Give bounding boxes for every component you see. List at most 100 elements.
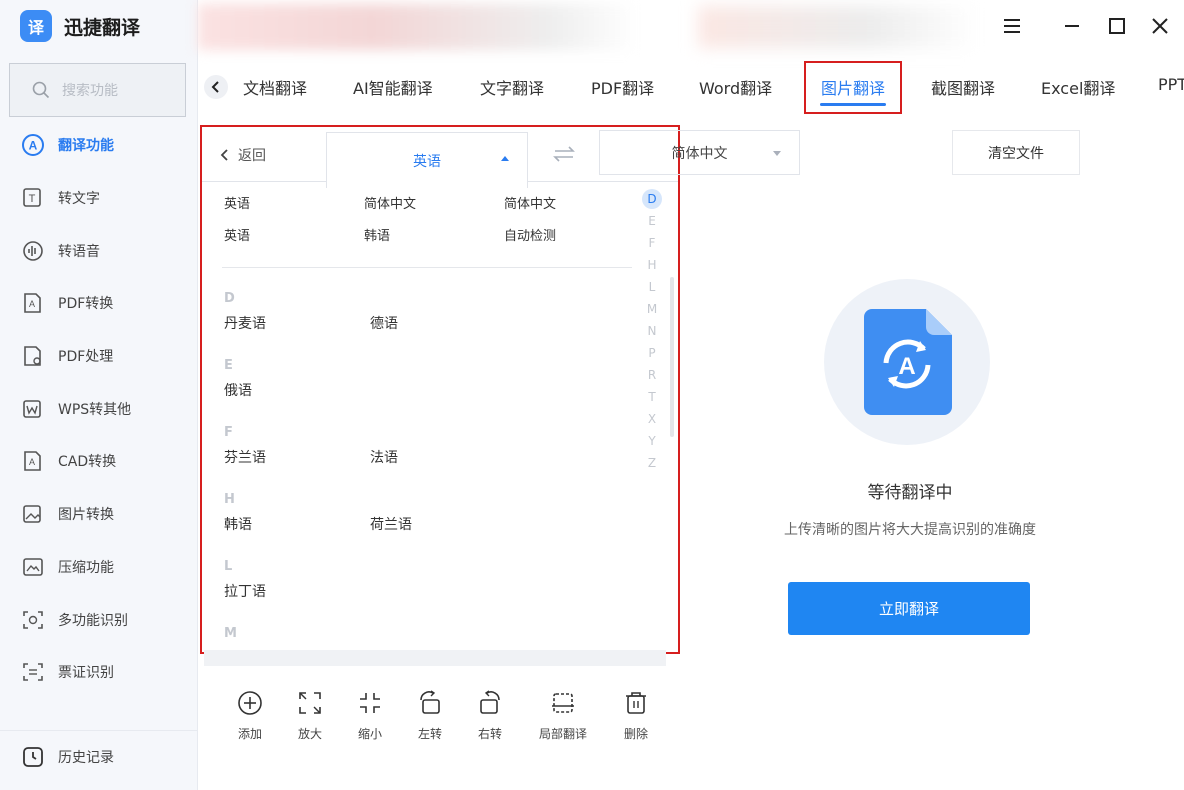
- sidebar-item-label: 压缩功能: [58, 559, 114, 576]
- blurred-banner: [198, 4, 638, 50]
- language-group: D 丹麦语 德语: [224, 291, 644, 346]
- image-convert-icon: [20, 501, 46, 527]
- sidebar-item-cad[interactable]: A CAD转换: [0, 435, 198, 488]
- rotate-left-icon: [415, 688, 445, 718]
- empty-state-subtitle: 上传清晰的图片将大大提高识别的准确度: [784, 522, 1036, 538]
- svg-text:A: A: [898, 353, 915, 380]
- sidebar-item-wps[interactable]: WPS转其他: [0, 382, 198, 435]
- sidebar-item-history[interactable]: 历史记录: [0, 730, 198, 782]
- source-language-select[interactable]: 英语: [326, 132, 528, 188]
- language-option[interactable]: 芬兰语: [224, 447, 370, 480]
- divider: [222, 267, 632, 268]
- tab-screenshot[interactable]: 截图翻译: [931, 75, 995, 99]
- compress-icon: [20, 554, 46, 580]
- tab-excel[interactable]: Excel翻译: [1041, 75, 1115, 99]
- tab-text[interactable]: 文字翻译: [480, 75, 544, 99]
- language-option[interactable]: 俄语: [224, 380, 370, 413]
- svg-text:A: A: [29, 299, 35, 309]
- language-option[interactable]: 韩语: [364, 225, 504, 257]
- tool-label: 左转: [417, 727, 442, 741]
- tab-ppt[interactable]: PPT: [1158, 75, 1184, 94]
- alphabet-letter[interactable]: F: [642, 233, 662, 255]
- sidebar-item-text[interactable]: T 转文字: [0, 172, 198, 225]
- sidebar-item-image-convert[interactable]: 图片转换: [0, 488, 198, 541]
- partial-translate-button[interactable]: 局部翻译: [533, 688, 593, 742]
- tool-label: 添加: [237, 727, 262, 741]
- language-option[interactable]: 简体中文: [364, 193, 504, 225]
- alphabet-letter[interactable]: H: [642, 255, 662, 277]
- language-option[interactable]: 拉丁语: [224, 581, 370, 614]
- chevron-left-icon: [211, 81, 219, 93]
- language-option[interactable]: 简体中文: [504, 193, 644, 225]
- divider: [202, 181, 326, 182]
- language-group: E 俄语: [224, 358, 644, 413]
- tab-pdf[interactable]: PDF翻译: [591, 75, 654, 99]
- alphabet-letter[interactable]: Z: [642, 453, 662, 475]
- group-letter: M: [224, 626, 237, 641]
- alphabet-letter[interactable]: P: [642, 343, 662, 365]
- back-button[interactable]: 返回: [220, 145, 266, 165]
- target-language-select[interactable]: 简体中文: [599, 130, 800, 175]
- add-button[interactable]: 添加: [220, 688, 280, 742]
- clear-files-button[interactable]: 清空文件: [952, 130, 1080, 175]
- ticket-icon: [20, 659, 46, 685]
- sidebar-item-ticket[interactable]: 票证识别: [0, 646, 198, 699]
- delete-button[interactable]: 删除: [606, 688, 666, 742]
- language-option[interactable]: 丹麦语: [224, 313, 370, 346]
- sidebar-item-translate[interactable]: A 翻译功能: [0, 119, 198, 172]
- tab-ai[interactable]: AI智能翻译: [353, 75, 433, 99]
- history-icon: [20, 744, 46, 770]
- rotate-right-button[interactable]: 右转: [460, 688, 520, 742]
- zoom-out-button[interactable]: 缩小: [340, 688, 400, 742]
- alphabet-letter[interactable]: N: [642, 321, 662, 343]
- alphabet-letter[interactable]: L: [642, 277, 662, 299]
- text-convert-icon: T: [20, 185, 46, 211]
- zoom-in-button[interactable]: 放大: [280, 688, 340, 742]
- sidebar-item-pdf-convert[interactable]: A PDF转换: [0, 277, 198, 330]
- alphabet-letter[interactable]: X: [642, 409, 662, 431]
- alphabet-letter[interactable]: R: [642, 365, 662, 387]
- alphabet-letter[interactable]: M: [642, 299, 662, 321]
- search-input[interactable]: 搜索功能: [9, 63, 186, 117]
- expand-icon: [295, 688, 325, 718]
- scrollbar[interactable]: [670, 277, 674, 437]
- swap-language-icon[interactable]: [552, 144, 576, 164]
- tool-label: 删除: [623, 727, 648, 741]
- alphabet-letter[interactable]: D: [642, 189, 662, 209]
- minimize-icon[interactable]: [1058, 12, 1086, 40]
- sidebar-item-compress[interactable]: 压缩功能: [0, 541, 198, 594]
- sidebar-item-voice[interactable]: 转语音: [0, 224, 198, 277]
- translate-now-button[interactable]: 立即翻译: [788, 582, 1030, 635]
- search-placeholder: 搜索功能: [62, 83, 118, 99]
- tabs-scroll-left-button[interactable]: [204, 75, 228, 99]
- tab-word[interactable]: Word翻译: [699, 75, 772, 99]
- sidebar-item-label: WPS转其他: [58, 401, 132, 418]
- sidebar-item-recognize[interactable]: 多功能识别: [0, 593, 198, 646]
- image-translate-icon: A: [864, 309, 952, 415]
- alphabet-letter[interactable]: T: [642, 387, 662, 409]
- alphabet-letter[interactable]: Y: [642, 431, 662, 453]
- language-option[interactable]: 德语: [370, 313, 516, 346]
- crop-translate-icon: [548, 688, 578, 718]
- language-option[interactable]: 法语: [370, 447, 516, 480]
- app-logo-icon: 译: [20, 10, 52, 42]
- language-option[interactable]: 韩语: [224, 514, 370, 547]
- language-option[interactable]: 英语: [224, 225, 364, 257]
- sidebar-item-label: 转语音: [58, 243, 100, 260]
- history-label: 历史记录: [58, 749, 114, 766]
- svg-text:A: A: [29, 139, 38, 153]
- maximize-icon[interactable]: [1103, 12, 1131, 40]
- empty-state-title: 等待翻译中: [867, 483, 953, 503]
- language-option[interactable]: 自动检测: [504, 225, 644, 257]
- menu-icon[interactable]: [998, 12, 1026, 40]
- tool-label: 局部翻译: [538, 727, 587, 741]
- language-option[interactable]: 荷兰语: [370, 514, 516, 547]
- tab-document[interactable]: 文档翻译: [243, 75, 307, 99]
- language-option[interactable]: 英语: [224, 193, 364, 225]
- rotate-left-button[interactable]: 左转: [400, 688, 460, 742]
- alphabet-letter[interactable]: E: [642, 211, 662, 233]
- sidebar-item-label: CAD转换: [58, 454, 117, 471]
- group-letter: F: [224, 425, 233, 440]
- close-icon[interactable]: [1146, 12, 1174, 40]
- sidebar-item-pdf-process[interactable]: PDF处理: [0, 330, 198, 383]
